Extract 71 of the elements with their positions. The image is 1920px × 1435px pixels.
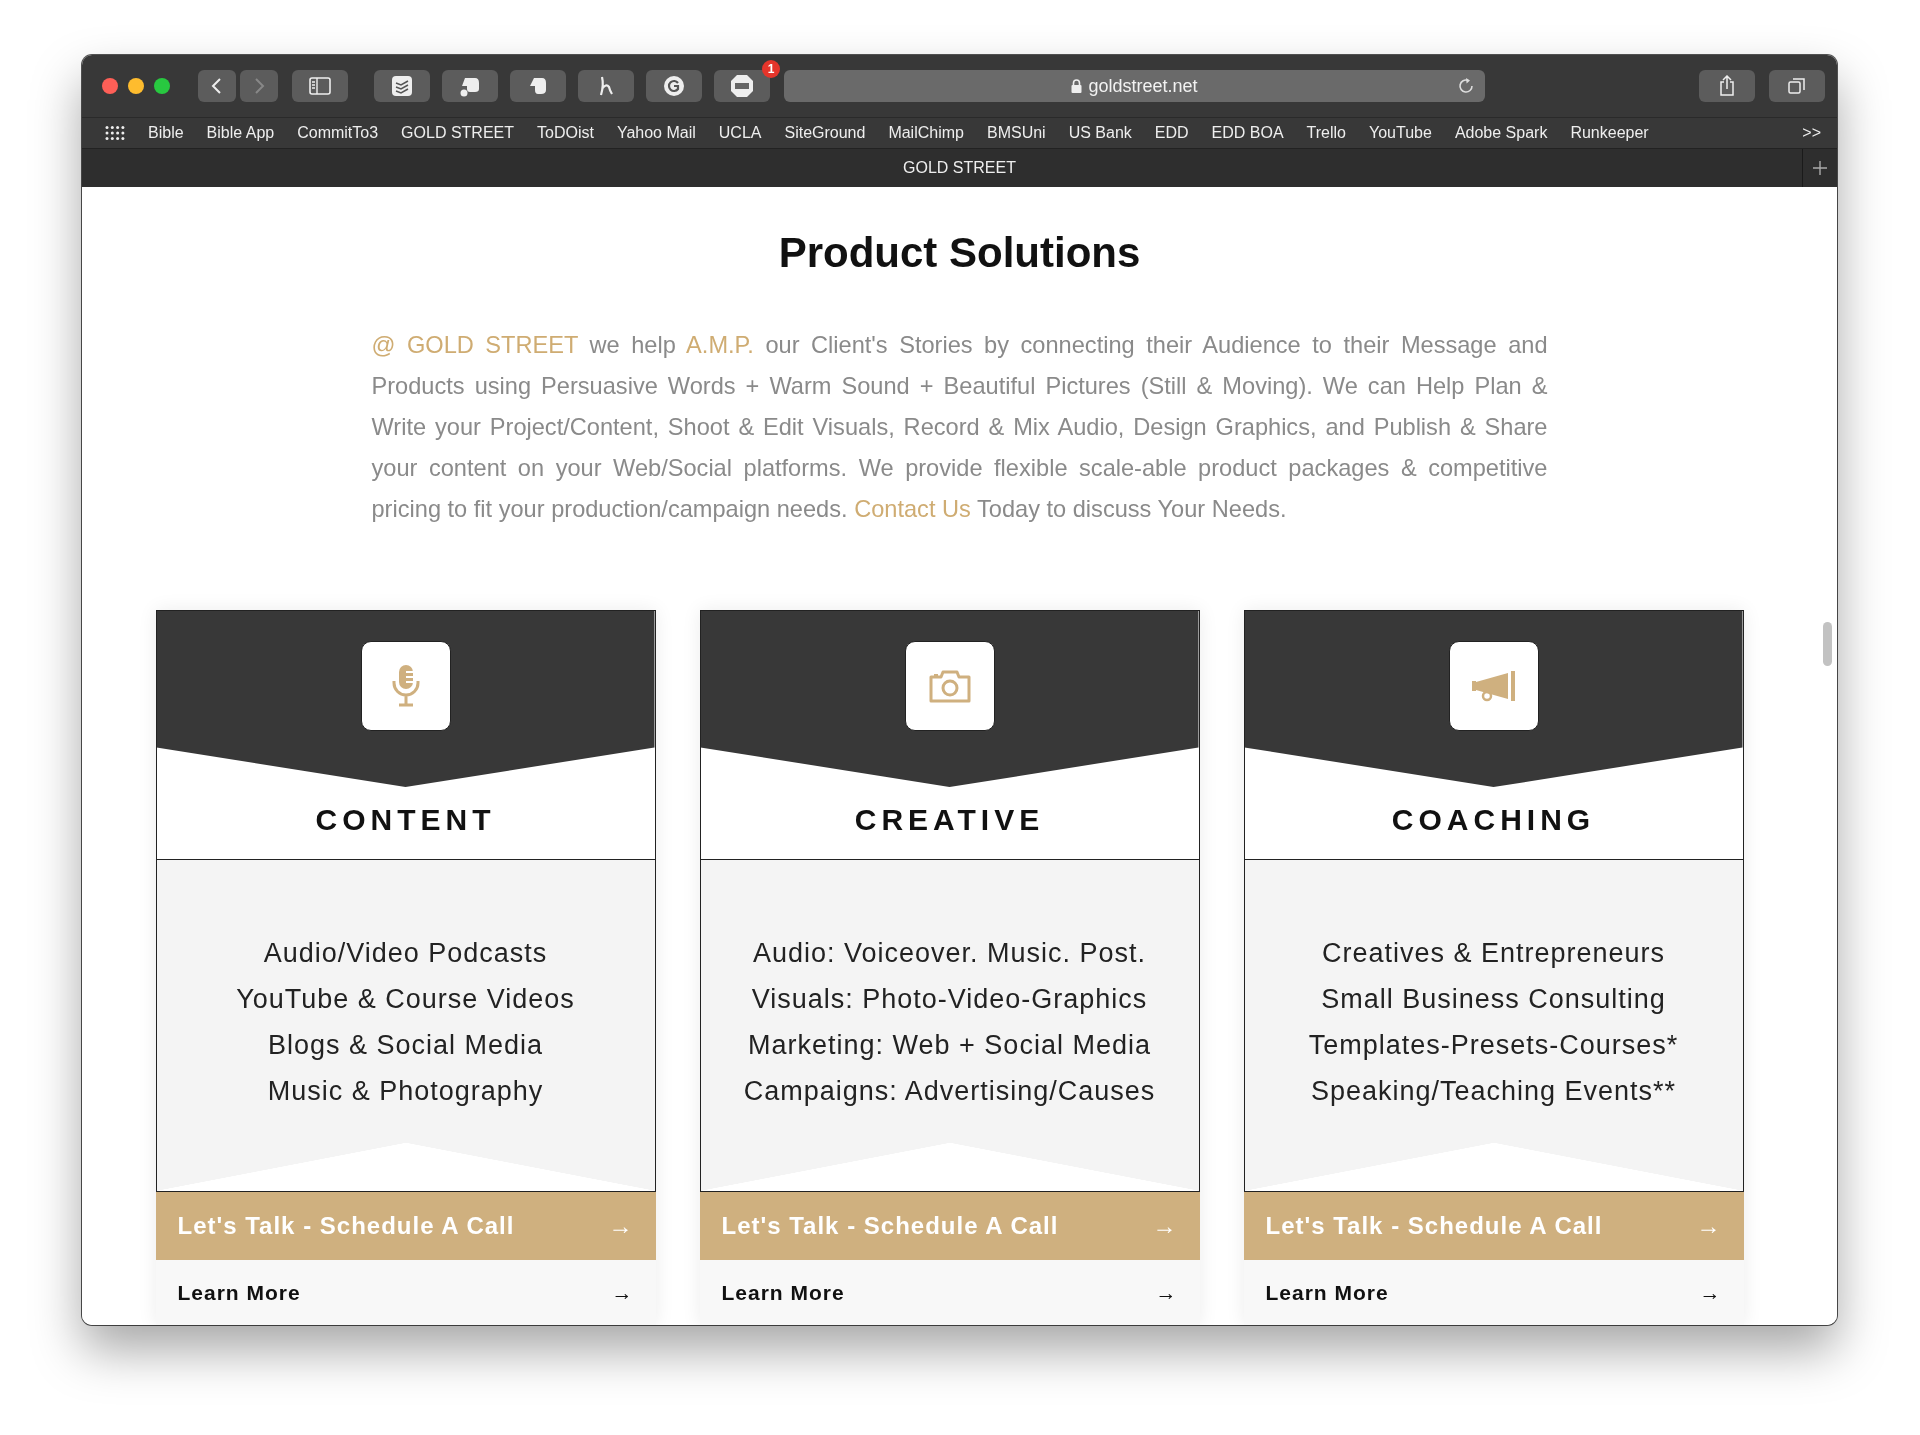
- service-item: Creatives & Entrepreneurs: [1321, 937, 1666, 970]
- chevron-left-icon: [210, 77, 224, 95]
- extension-button[interactable]: [646, 70, 702, 102]
- megaphone-icon: [1469, 668, 1518, 704]
- service-item: Marketing: Web + Social Media: [748, 1029, 1151, 1062]
- notification-badge: 1: [762, 60, 780, 78]
- card-title: CREATIVE: [854, 803, 1045, 837]
- service-item: Visuals: Photo-Video-Graphics: [751, 983, 1148, 1016]
- service-item: YouTube & Course Videos: [236, 983, 575, 1016]
- bookmark-link[interactable]: US Bank: [1068, 124, 1132, 142]
- bookmark-link[interactable]: MailChimp: [888, 124, 964, 142]
- more-bookmarks-button[interactable]: >>: [1802, 124, 1821, 142]
- extension-button[interactable]: [442, 70, 498, 102]
- bookmark-link[interactable]: BMSUni: [986, 124, 1046, 142]
- share-icon: [1718, 75, 1736, 97]
- bookmark-link[interactable]: Bible App: [206, 124, 275, 142]
- h-letter-icon: [597, 75, 615, 97]
- sidebar-icon: [309, 77, 331, 95]
- bookmark-link[interactable]: UCLA: [718, 124, 762, 142]
- circle-g-icon: [663, 75, 685, 97]
- chevron-right-icon: [252, 77, 266, 95]
- tabs-overview-button[interactable]: [1769, 70, 1825, 102]
- stop-sign-icon: [730, 74, 754, 98]
- service-item: Audio: Voiceover. Music. Post.: [752, 937, 1147, 970]
- extension-button[interactable]: [374, 70, 430, 102]
- bookmark-link[interactable]: YouTube: [1369, 124, 1432, 142]
- url-text: goldstreet.net: [1088, 75, 1198, 97]
- zoom-button[interactable]: [154, 78, 170, 94]
- extension-button[interactable]: [510, 70, 566, 102]
- share-button[interactable]: [1699, 70, 1755, 102]
- extension-button[interactable]: [578, 70, 634, 102]
- bookmark-link[interactable]: Bible: [148, 124, 184, 142]
- bookmark-link[interactable]: Trello: [1306, 124, 1346, 142]
- learn-more-button[interactable]: Learn More →: [1243, 1260, 1744, 1325]
- service-item: Templates-Presets-Courses*: [1308, 1029, 1679, 1062]
- bookmark-link[interactable]: ToDOist: [537, 124, 594, 142]
- microphone-icon: [391, 664, 420, 708]
- minimize-button[interactable]: [128, 78, 144, 94]
- back-button[interactable]: [198, 70, 236, 102]
- reload-icon[interactable]: [1457, 77, 1475, 95]
- service-item: Audio/Video Podcasts: [263, 937, 548, 970]
- tabs-icon: [1787, 76, 1807, 96]
- camera-icon: [927, 668, 972, 704]
- lock-icon: [1071, 79, 1083, 93]
- list-icon: [391, 75, 413, 97]
- plus-icon: [1812, 160, 1828, 176]
- card-title: COACHING: [1391, 803, 1596, 837]
- browser-tab[interactable]: GOLD STREET: [903, 159, 1016, 177]
- bookmark-link[interactable]: Adobe Spark: [1454, 124, 1548, 142]
- intro-paragraph: @ GOLD STREET we help A.M.P. our Client's Stories by connecting their Audience to their Message and Products using Persuasive Words + Warm Sound + Beautiful Pictures (Still & Moving). We can Help Plan & Write your Project/Content, Shoot & Edit Visuals, Record & Mix Audio, Design Graphics, and Publish & Share your content on your Web/Social platforms. We provide flexible scale-able product packages & competitive pricing to fit your production/campaign needs. Contact Us Today to discuss Your Needs.: [371, 331, 1548, 524]
- bookmark-link[interactable]: Yahoo Mail: [616, 124, 696, 142]
- service-item: Music & Photography: [267, 1075, 544, 1108]
- bookmark-link[interactable]: EDD: [1154, 124, 1189, 142]
- address-bar[interactable]: goldstreet.net: [784, 70, 1485, 102]
- page-heading: Product Solutions: [778, 229, 1141, 277]
- sidebar-button[interactable]: [292, 70, 348, 102]
- extension-button[interactable]: [714, 70, 770, 102]
- close-button[interactable]: [102, 78, 118, 94]
- bookmark-link[interactable]: SiteGround: [784, 124, 866, 142]
- learn-more-button[interactable]: Learn More →: [699, 1260, 1200, 1325]
- bookmark-link[interactable]: GOLD STREET: [401, 124, 514, 142]
- grid-icon[interactable]: [104, 125, 126, 141]
- bookmark-link[interactable]: Runkeeper: [1570, 124, 1649, 142]
- service-item: Blogs & Social Media: [267, 1029, 544, 1062]
- bookmark-link[interactable]: CommitTo3: [297, 124, 379, 142]
- service-item: Campaigns: Advertising/Causes: [743, 1075, 1156, 1108]
- service-item: Speaking/Teaching Events**: [1310, 1075, 1677, 1108]
- card-title: CONTENT: [315, 803, 496, 837]
- service-item: Small Business Consulting: [1321, 983, 1666, 1016]
- bookmark-link[interactable]: EDD BOA: [1211, 124, 1284, 142]
- learn-more-button[interactable]: Learn More →: [155, 1260, 656, 1325]
